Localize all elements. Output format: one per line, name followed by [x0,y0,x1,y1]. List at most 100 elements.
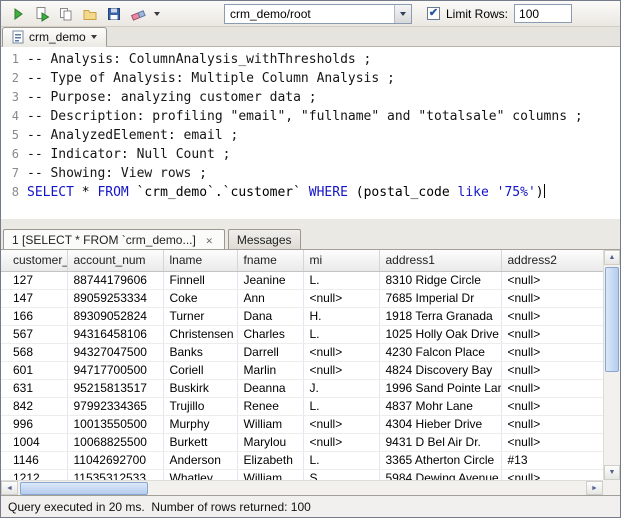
results-tabbar: 1 [SELECT * FROM `crm_demo...] ✕ Message… [1,227,620,249]
vertical-scroll-thumb[interactable] [605,267,619,372]
execute-script-icon[interactable] [30,3,53,25]
table-cell: Ann [237,289,303,307]
dropdown-icon[interactable] [150,3,163,25]
table-cell: 567 [1,325,67,343]
editor-line[interactable]: 6-- Indicator: Null Count ; [1,145,620,164]
table-row[interactable]: 56794316458106ChristensenCharlesL.1025 H… [1,325,603,343]
table-cell: H. [303,307,379,325]
limit-rows-label: Limit Rows: [446,7,508,21]
table-cell: <null> [501,325,603,343]
results-tab-messages[interactable]: Messages [228,229,301,250]
horizontal-scrollbar[interactable]: ◄ ► [1,480,603,495]
table-cell: <null> [303,415,379,433]
line-number: 2 [1,69,27,88]
table-row[interactable]: 16689309052824TurnerDanaH.1918 Terra Gra… [1,307,603,325]
table-cell: #13 [501,451,603,469]
toolbar: crm_demo/root ✔ Limit Rows: [1,1,620,27]
editor-line[interactable]: 4-- Description: profiling "email", "ful… [1,107,620,126]
table-cell: Turner [163,307,237,325]
vertical-scrollbar[interactable]: ▲ ▼ [603,250,620,480]
table-cell: 10013550500 [67,415,163,433]
connection-combo[interactable]: crm_demo/root [224,4,412,24]
clear-editor-icon[interactable] [126,3,149,25]
table-cell: 4304 Hieber Drive [379,415,501,433]
sql-editor[interactable]: 1-- Analysis: ColumnAnalysis_withThresho… [1,47,620,219]
table-row[interactable]: 63195215813517BuskirkDeannaJ.1996 Sand P… [1,379,603,397]
table-cell: 8310 Ridge Circle [379,271,501,289]
chevron-down-icon [154,12,160,16]
code-text: -- Description: profiling "email", "full… [27,107,583,126]
connection-combo-value: crm_demo/root [230,7,311,21]
sql-editor-window: crm_demo/root ✔ Limit Rows: crm_demo 1--… [0,0,621,518]
editor-line[interactable]: 2-- Type of Analysis: Multiple Column An… [1,69,620,88]
table-cell: <null> [303,343,379,361]
sql-file-icon [12,30,24,44]
scroll-down-button[interactable]: ▼ [604,465,620,480]
line-number: 3 [1,88,27,107]
horizontal-scroll-thumb[interactable] [20,482,148,495]
table-cell: L. [303,325,379,343]
table-cell: 94327047500 [67,343,163,361]
column-header-address1[interactable]: address1 [379,250,501,271]
table-cell: Banks [163,343,237,361]
open-folder-icon[interactable] [78,3,101,25]
table-cell: Coke [163,289,237,307]
editor-line[interactable]: 5-- AnalyzedElement: email ; [1,126,620,145]
column-header-fname[interactable]: fname [237,250,303,271]
column-header-lname[interactable]: lname [163,250,237,271]
scroll-right-button[interactable]: ► [586,481,603,495]
column-header-customer_id[interactable]: customer_id [1,250,67,271]
save-icon[interactable] [102,3,125,25]
table-row[interactable]: 14789059253334CokeAnn<null>7685 Imperial… [1,289,603,307]
editor-tab-label: crm_demo [29,30,86,44]
scroll-up-button[interactable]: ▲ [604,250,620,265]
editor-tab-crm-demo[interactable]: crm_demo [2,27,107,47]
table-row[interactable]: 56894327047500BanksDarrell<null>4230 Fal… [1,343,603,361]
table-row[interactable]: 100410068825500BurkettMarylou<null>9431 … [1,433,603,451]
status-bar: Query executed in 20 ms. Number of rows … [1,495,620,517]
editor-line[interactable]: 1-- Analysis: ColumnAnalysis_withThresho… [1,50,620,69]
column-header-account_num[interactable]: account_num [67,250,163,271]
table-cell: 89309052824 [67,307,163,325]
table-row[interactable]: 114611042692700AndersonElizabethL.3365 A… [1,451,603,469]
results-tab-label: 1 [SELECT * FROM `crm_demo...] [12,233,196,247]
line-number: 5 [1,126,27,145]
table-cell: <null> [501,343,603,361]
table-cell: 568 [1,343,67,361]
copy-icon[interactable] [54,3,77,25]
messages-tab-label: Messages [237,233,292,247]
splitter[interactable] [1,219,620,227]
table-cell: 4837 Mohr Lane [379,397,501,415]
table-cell: Marylou [237,433,303,451]
close-icon[interactable]: ✕ [203,234,216,247]
table-row[interactable]: 12788744179606FinnellJeanineL.8310 Ridge… [1,271,603,289]
editor-lines: 1-- Analysis: ColumnAnalysis_withThresho… [1,50,620,202]
limit-rows-input[interactable] [514,4,572,23]
editor-line[interactable]: 7-- Showing: View rows ; [1,164,620,183]
table-cell: <null> [501,397,603,415]
editor-line[interactable]: 3-- Purpose: analyzing customer data ; [1,88,620,107]
scroll-left-button[interactable]: ◄ [1,481,18,495]
table-cell: 1025 Holly Oak Drive [379,325,501,343]
table-row[interactable]: 99610013550500MurphyWilliam<null>4304 Hi… [1,415,603,433]
code-text: -- Purpose: analyzing customer data ; [27,88,317,107]
limit-rows-checkbox[interactable]: ✔ [427,7,440,20]
column-header-address2[interactable]: address2 [501,250,603,271]
floppy-icon [106,6,122,22]
table-cell: <null> [303,433,379,451]
page-play-icon [34,6,50,22]
table-cell: 631 [1,379,67,397]
table-row[interactable]: 60194717700500CoriellMarlin<null>4824 Di… [1,361,603,379]
editor-line[interactable]: 8SELECT * FROM `crm_demo`.`customer` WHE… [1,183,620,202]
table-cell: Deanna [237,379,303,397]
table-cell: 166 [1,307,67,325]
column-header-mi[interactable]: mi [303,250,379,271]
table-cell: L. [303,451,379,469]
execute-icon[interactable] [6,3,29,25]
table-row[interactable]: 84297992334365TrujilloReneeL.4837 Mohr L… [1,397,603,415]
table-cell: 1918 Terra Granada [379,307,501,325]
results-tab-query1[interactable]: 1 [SELECT * FROM `crm_demo...] ✕ [3,229,225,250]
table-cell: Charles [237,325,303,343]
table-cell: 1996 Sand Pointe Lane [379,379,501,397]
combo-arrow-button[interactable] [394,5,411,23]
